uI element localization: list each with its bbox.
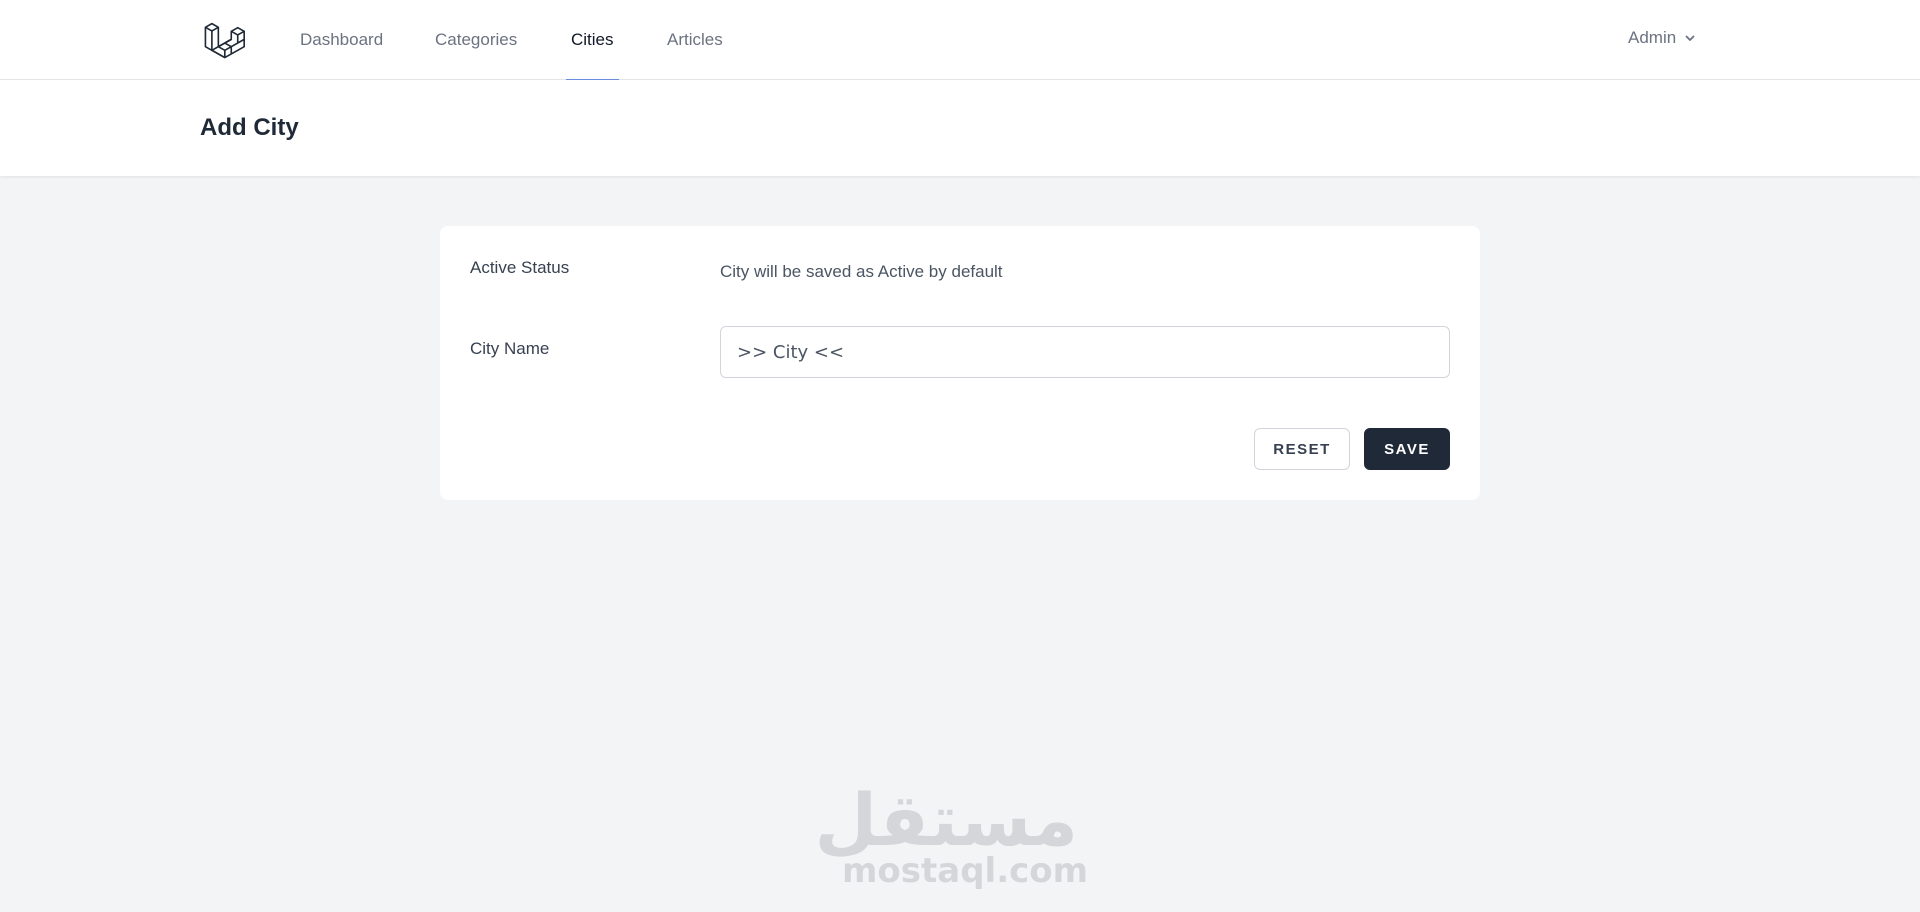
active-status-label: Active Status bbox=[470, 258, 570, 277]
page-header: Add City bbox=[0, 80, 1920, 176]
reset-button[interactable]: RESET bbox=[1254, 428, 1350, 470]
watermark-arabic-text: مستقل bbox=[814, 778, 1078, 862]
watermark-latin-text: mostaql.com bbox=[842, 851, 1089, 891]
nav-categories[interactable]: Categories bbox=[435, 0, 517, 80]
user-menu-button[interactable]: Admin bbox=[1628, 28, 1696, 48]
active-status-text: City will be saved as Active by default bbox=[720, 262, 1003, 281]
user-name: Admin bbox=[1628, 28, 1677, 47]
nav-cities[interactable]: Cities bbox=[566, 0, 618, 81]
city-name-input[interactable] bbox=[720, 326, 1450, 378]
top-navigation: Dashboard Categories Cities Articles Adm… bbox=[0, 0, 1920, 81]
laravel-logo-icon[interactable] bbox=[203, 20, 246, 62]
page-title: Add City bbox=[200, 114, 299, 141]
save-button[interactable]: SAVE bbox=[1364, 428, 1450, 470]
nav-dashboard[interactable]: Dashboard bbox=[300, 0, 383, 80]
nav-articles[interactable]: Articles bbox=[667, 0, 723, 80]
city-name-label: City Name bbox=[470, 339, 550, 358]
add-city-form: Active Status City will be saved as Acti… bbox=[440, 226, 1480, 500]
mostaql-watermark: مستقل mostaql.com bbox=[814, 778, 1089, 891]
chevron-down-icon bbox=[1685, 35, 1695, 41]
